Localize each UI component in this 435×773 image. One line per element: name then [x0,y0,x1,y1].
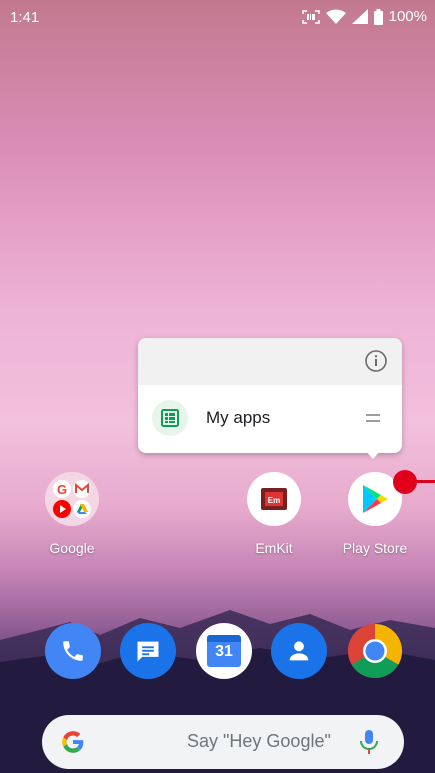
scanner-icon [301,9,320,24]
shortcut-my-apps[interactable]: My apps [138,392,402,444]
calendar-app[interactable]: 31 [196,623,252,679]
messages-app[interactable] [120,623,176,679]
emkit-icon: Em [247,472,301,526]
contacts-app[interactable] [271,623,327,679]
svg-text:G: G [57,482,67,497]
calendar-icon: 31 [207,635,241,667]
status-bar: 1:41 100% [0,0,435,34]
emkit-app[interactable]: Em EmKit [229,472,319,556]
search-placeholder: Say "Hey Google" [187,731,331,751]
drag-handle-icon[interactable] [366,414,380,422]
battery-percent: 100% [388,8,427,25]
touch-indicator [393,470,417,494]
cell-signal-icon [351,9,368,24]
home-screen: 1:41 100% My apps G Google Em EmKit Play… [0,0,435,773]
emkit-label: EmKit [255,540,293,556]
google-g-icon[interactable] [60,729,86,755]
phone-app[interactable] [45,623,101,679]
status-icons: 100% [301,8,427,25]
microphone-icon[interactable] [358,729,380,755]
status-time: 1:41 [10,9,40,26]
app-shortcut-popup: My apps [138,338,402,459]
app-info-icon[interactable] [364,349,388,373]
popup-header [138,338,402,385]
wifi-icon [325,9,346,24]
svg-text:Em: Em [268,496,280,505]
chrome-icon [347,624,403,679]
chrome-app[interactable] [347,623,403,679]
touch-indicator-line [415,480,435,483]
google-search-bar[interactable]: Say "Hey Google" [42,715,404,769]
google-folder-label: Google [49,540,95,556]
messages-icon [137,641,159,662]
phone-icon [63,641,83,661]
battery-icon [373,8,383,25]
play-store-label: Play Store [342,540,408,556]
google-folder-icon: G [45,472,99,526]
popup-pointer [364,449,382,459]
contact-person-icon [289,641,309,661]
calendar-day: 31 [215,643,233,660]
shortcut-label: My apps [206,408,271,427]
my-apps-icon [152,400,188,436]
google-folder[interactable]: G Google [27,472,117,556]
